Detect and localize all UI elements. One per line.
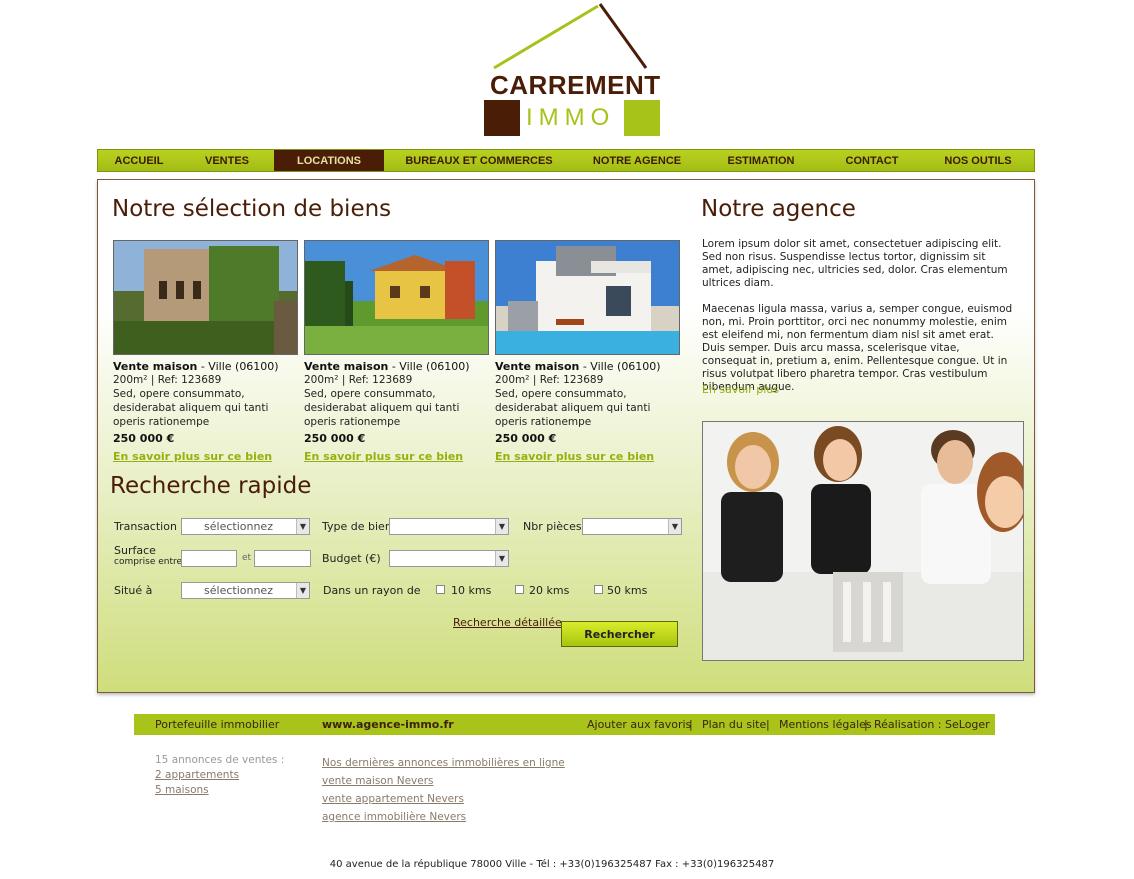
surface-and-label: et — [242, 553, 252, 563]
footer-link-mentions[interactable]: Mentions légales — [779, 718, 872, 731]
annonces-link-maisons[interactable]: 5 maisons — [155, 783, 284, 798]
property-more-link[interactable]: En savoir plus sur ce bien — [495, 450, 681, 463]
logo-sub-text: IMMO — [526, 104, 616, 131]
property-type: Vente maison — [304, 360, 389, 373]
nav-item-estimation[interactable]: ESTIMATION — [700, 150, 822, 171]
type-label: Type de bien — [322, 520, 392, 533]
footer-address: 40 avenue de la république 78000 Ville -… — [329, 859, 775, 870]
property-city: - Ville (06100) — [197, 360, 279, 373]
chevron-down-icon: ▼ — [495, 519, 508, 534]
rooms-label: Nbr pièces — [523, 520, 582, 533]
logo-square-brown — [484, 100, 520, 136]
property-city: - Ville (06100) — [579, 360, 661, 373]
agence-title: Notre agence — [701, 196, 856, 222]
main-nav: ACCUEIL VENTES LOCATIONS BUREAUX ET COMM… — [97, 149, 1035, 172]
footer-bar: Portefeuille immobilier www.agence-immo.… — [134, 714, 995, 735]
property-price: 250 000 € — [495, 432, 557, 445]
budget-select[interactable]: ▼ — [389, 550, 509, 567]
property-details: 200m² | Ref: 123689 — [304, 374, 413, 386]
radius-20-checkbox[interactable] — [515, 585, 524, 594]
footer-portfolio: Portefeuille immobilier — [155, 718, 280, 731]
property-desc: Sed, opere consummato, desiderabat aliqu… — [113, 388, 269, 428]
logo-square-green — [624, 100, 660, 136]
radius-label: Dans un rayon de — [323, 584, 421, 597]
main-content: Notre sélection de biens Vente maison - … — [97, 179, 1035, 693]
footer-link-plan[interactable]: Plan du site — [702, 718, 766, 731]
property-city: - Ville (06100) — [388, 360, 470, 373]
footer-link-realisation[interactable]: Réalisation : SeLoger — [874, 718, 990, 731]
site-logo[interactable]: CARREMENT IMMO — [470, 0, 670, 142]
transaction-select[interactable]: sélectionnez ▼ — [181, 518, 310, 535]
budget-label: Budget (€) — [322, 552, 381, 565]
annonces-title: 15 annonces de ventes : — [155, 754, 285, 766]
nav-item-agence[interactable]: NOTRE AGENCE — [574, 150, 700, 171]
surface-label-main: Surface — [114, 544, 156, 557]
property-price: 250 000 € — [113, 432, 175, 445]
agence-more-link[interactable]: En savoir plus — [702, 383, 779, 396]
property-card: Vente maison - Ville (06100) 200m² | Ref… — [495, 240, 681, 463]
radius-20-label: 20 kms — [529, 584, 570, 597]
property-photo[interactable] — [495, 240, 680, 355]
footer-annonces: 15 annonces de ventes : 2 appartements 5… — [155, 753, 284, 798]
property-price: 250 000 € — [304, 432, 366, 445]
chevron-down-icon: ▼ — [296, 519, 309, 534]
location-select[interactable]: sélectionnez ▼ — [181, 582, 310, 599]
radius-10-label: 10 kms — [451, 584, 492, 597]
property-photo[interactable] — [113, 240, 298, 355]
footer-sep: | — [864, 718, 868, 731]
surface-label-sub: comprise entre — [114, 557, 183, 567]
footer-sep: | — [766, 718, 770, 731]
chevron-down-icon: ▼ — [668, 519, 681, 534]
search-submit-button[interactable]: Rechercher — [561, 621, 678, 647]
property-photo[interactable] — [304, 240, 489, 355]
seo-link[interactable]: vente maison Nevers — [322, 772, 565, 790]
agence-paragraph-2: Maecenas ligula massa, varius a, semper … — [702, 303, 1013, 393]
property-more-link[interactable]: En savoir plus sur ce bien — [113, 450, 299, 463]
transaction-label: Transaction — [114, 520, 177, 533]
seo-link[interactable]: vente appartement Nevers — [322, 790, 565, 808]
nav-item-ventes[interactable]: VENTES — [180, 150, 274, 171]
surface-min-input[interactable] — [181, 550, 237, 567]
footer-seo-links: Nos dernières annonces immobilières en l… — [322, 754, 565, 826]
nav-item-bureaux[interactable]: BUREAUX ET COMMERCES — [384, 150, 574, 171]
property-details: 200m² | Ref: 123689 — [113, 374, 222, 386]
surface-label: Surface comprise entre — [114, 544, 183, 567]
seo-link[interactable]: Nos dernières annonces immobilières en l… — [322, 754, 565, 772]
transaction-value: sélectionnez — [204, 520, 273, 533]
property-desc: Sed, opere consummato, desiderabat aliqu… — [495, 388, 651, 428]
footer-site[interactable]: www.agence-immo.fr — [322, 718, 454, 731]
radius-50-checkbox[interactable] — [594, 585, 603, 594]
selection-title: Notre sélection de biens — [112, 196, 392, 222]
nav-item-outils[interactable]: NOS OUTILS — [922, 150, 1034, 171]
property-desc: Sed, opere consummato, desiderabat aliqu… — [304, 388, 460, 428]
location-label: Situé à — [114, 584, 153, 597]
team-photo — [702, 421, 1024, 661]
footer-sep: | — [689, 718, 693, 731]
annonces-link-appartements[interactable]: 2 appartements — [155, 768, 284, 783]
agence-paragraph-1: Lorem ipsum dolor sit amet, consectetuer… — [702, 238, 1008, 289]
agence-description: Lorem ipsum dolor sit amet, consectetuer… — [702, 238, 1016, 407]
rooms-select[interactable]: ▼ — [582, 518, 682, 535]
seo-link[interactable]: agence immobilière Nevers — [322, 808, 565, 826]
footer-link-favoris[interactable]: Ajouter aux favoris — [587, 718, 691, 731]
property-card: Vente maison - Ville (06100) 200m² | Ref… — [113, 240, 299, 463]
property-card: Vente maison - Ville (06100) 200m² | Ref… — [304, 240, 490, 463]
chevron-down-icon: ▼ — [495, 551, 508, 566]
type-select[interactable]: ▼ — [389, 518, 509, 535]
radius-10-checkbox[interactable] — [436, 585, 445, 594]
nav-item-accueil[interactable]: ACCUEIL — [98, 150, 180, 171]
chevron-down-icon: ▼ — [296, 583, 309, 598]
nav-item-locations[interactable]: LOCATIONS — [274, 150, 384, 171]
surface-max-input[interactable] — [254, 550, 311, 567]
property-type: Vente maison — [495, 360, 580, 373]
location-value: sélectionnez — [204, 584, 273, 597]
radius-50-label: 50 kms — [607, 584, 648, 597]
nav-item-contact[interactable]: CONTACT — [822, 150, 922, 171]
search-title: Recherche rapide — [110, 473, 312, 499]
property-type: Vente maison — [113, 360, 198, 373]
property-details: 200m² | Ref: 123689 — [495, 374, 604, 386]
logo-brand-text: CARREMENT — [490, 70, 661, 100]
detailed-search-link[interactable]: Recherche détaillée — [453, 616, 562, 629]
property-more-link[interactable]: En savoir plus sur ce bien — [304, 450, 490, 463]
